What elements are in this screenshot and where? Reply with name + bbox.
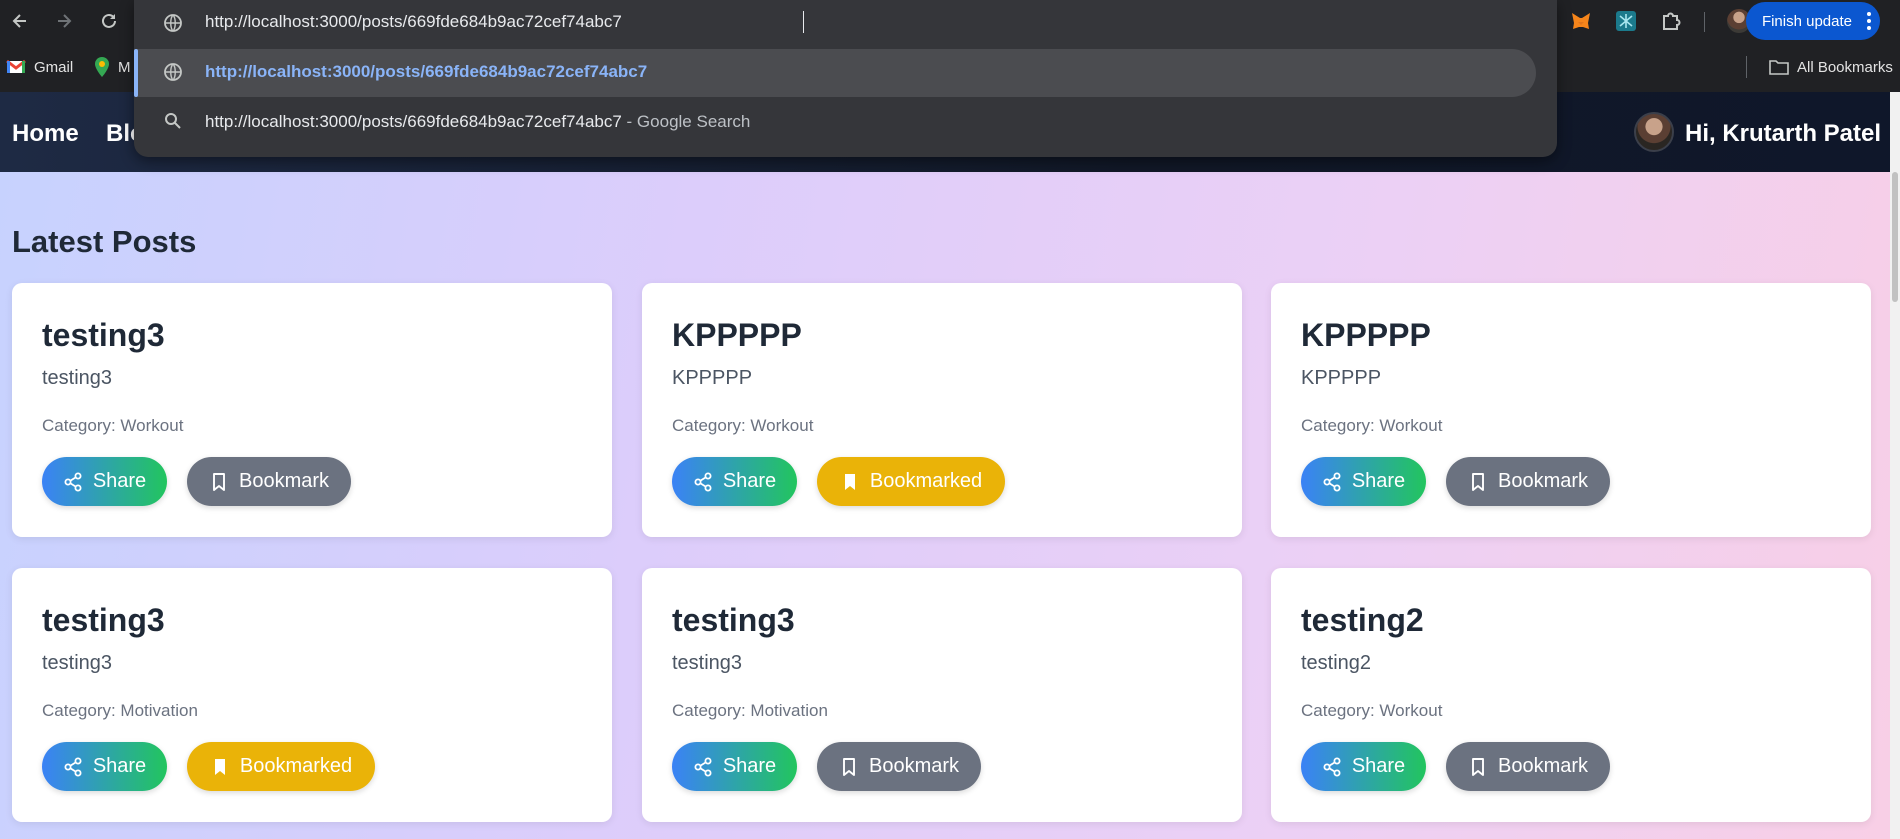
- post-category: Category: Workout: [1301, 416, 1443, 435]
- bookmark-label: Gmail: [34, 58, 74, 76]
- bookmark-filled-icon: [844, 473, 855, 490]
- post-card[interactable]: KPPPPP KPPPPP Category: Workout Share Bookma…: [1271, 283, 1871, 537]
- globe-icon: [164, 14, 182, 32]
- folder-icon: [1769, 60, 1789, 75]
- more-menu-icon[interactable]: [1866, 10, 1872, 37]
- post-body: testing3: [42, 652, 113, 674]
- scrollbar[interactable]: [1890, 92, 1900, 839]
- post-card[interactable]: testing3 testing3 Category: Motivation Shar…: [12, 568, 612, 822]
- post-card[interactable]: KPPPPP KPPPPP Category: Workout Share Bookma…: [642, 283, 1242, 537]
- finish-update-label: Finish update: [1761, 12, 1852, 30]
- nav-home[interactable]: Home: [12, 120, 79, 148]
- post-body: KPPPPP: [1301, 367, 1382, 389]
- post-title: testing3: [42, 602, 165, 638]
- omnibox-dropdown: http://localhost:3000/posts/669fde684b9a…: [134, 0, 1557, 157]
- search-suggestion[interactable]: http://localhost:3000/posts/669fde684b9a…: [134, 98, 1557, 146]
- post-category: Category: Motivation: [672, 701, 828, 720]
- bookmark-icon: [1472, 472, 1484, 491]
- post-card[interactable]: testing3 testing3 Category: Workout Share Bo…: [12, 283, 612, 537]
- maps-pin-icon: [95, 57, 109, 77]
- gmail-icon: [6, 59, 26, 73]
- post-card[interactable]: testing2 testing2 Category: Workout Share Bo…: [1271, 568, 1871, 822]
- post-category: Category: Workout: [672, 416, 814, 435]
- bookmark-button[interactable]: Bookmark: [1446, 742, 1610, 791]
- share-label: Share: [92, 470, 147, 492]
- share-label: Share: [1351, 470, 1406, 492]
- reload-icon[interactable]: [96, 8, 122, 34]
- bookmark-button[interactable]: Bookmark: [1446, 457, 1610, 506]
- bookmark-button[interactable]: Bookmark: [187, 457, 351, 506]
- share-label: Share: [722, 470, 777, 492]
- all-bookmarks[interactable]: All Bookmarks: [1769, 54, 1893, 80]
- post-title: testing3: [42, 317, 165, 353]
- bookmark-icon: [843, 757, 855, 776]
- bookmark-gmail[interactable]: Gmail: [6, 54, 73, 80]
- address-input[interactable]: http://localhost:3000/posts/669fde684b9a…: [205, 12, 622, 32]
- share-icon: [694, 757, 712, 776]
- share-button[interactable]: Share: [1301, 742, 1426, 791]
- share-icon: [1323, 472, 1341, 491]
- metamask-icon[interactable]: [1569, 9, 1593, 33]
- bookmark-label: Bookmark: [238, 470, 330, 492]
- share-label: Share: [722, 755, 777, 777]
- post-title: testing3: [672, 602, 795, 638]
- share-label: Share: [92, 755, 147, 777]
- globe-icon: [164, 63, 182, 81]
- toolbar-divider: [1704, 12, 1705, 32]
- bookmark-label: Bookmark: [1497, 755, 1589, 777]
- avatar[interactable]: [1634, 112, 1674, 152]
- extension-icon[interactable]: [1614, 9, 1638, 33]
- share-button[interactable]: Share: [672, 742, 797, 791]
- bookmark-maps[interactable]: M: [94, 54, 131, 80]
- post-body: testing2: [1301, 652, 1372, 674]
- page-title: Latest Posts: [12, 224, 197, 259]
- scroll-thumb[interactable]: [1892, 172, 1898, 302]
- back-icon[interactable]: [7, 8, 33, 34]
- search-suffix: - Google Search: [621, 112, 751, 131]
- search-query: http://localhost:3000/posts/669fde684b9a…: [205, 112, 622, 131]
- bookmarked-button[interactable]: Bookmarked: [817, 457, 1005, 506]
- post-title: KPPPPP: [672, 317, 802, 353]
- user-greeting: Hi, Krutarth Patel: [1685, 120, 1882, 147]
- post-body: testing3: [42, 367, 113, 389]
- search-icon: [165, 113, 181, 129]
- bookmark-label: M: [118, 58, 131, 76]
- share-label: Share: [1351, 755, 1406, 777]
- share-icon: [64, 757, 82, 776]
- share-icon: [694, 472, 712, 491]
- bookmarked-button[interactable]: Bookmarked: [187, 742, 375, 791]
- post-body: testing3: [672, 652, 743, 674]
- forward-icon[interactable]: [51, 8, 77, 34]
- bookmark-icon: [213, 472, 225, 491]
- bookmark-label: Bookmark: [1497, 470, 1589, 492]
- post-category: Category: Workout: [42, 416, 184, 435]
- search-suggestion-text: http://localhost:3000/posts/669fde684b9a…: [205, 112, 750, 132]
- bookmark-button[interactable]: Bookmark: [817, 742, 981, 791]
- all-bookmarks-label: All Bookmarks: [1797, 58, 1893, 76]
- text-cursor: [803, 11, 804, 33]
- suggestion-url: http://localhost:3000/posts/669fde684b9a…: [205, 62, 648, 81]
- finish-update-button[interactable]: Finish update: [1745, 2, 1880, 40]
- bookmark-label: Bookmarked: [239, 755, 353, 777]
- share-button[interactable]: Share: [42, 742, 167, 791]
- share-button[interactable]: Share: [42, 457, 167, 506]
- share-icon: [64, 472, 82, 491]
- address-bar[interactable]: http://localhost:3000/posts/669fde684b9a…: [134, 0, 1557, 48]
- post-category: Category: Motivation: [42, 701, 198, 720]
- post-card[interactable]: testing3 testing3 Category: Motivation Shar…: [642, 568, 1242, 822]
- bookmark-label: Bookmark: [868, 755, 960, 777]
- bookmark-filled-icon: [214, 758, 225, 775]
- post-title: testing2: [1301, 602, 1424, 638]
- url-suggestion[interactable]: http://localhost:3000/posts/669fde684b9a…: [134, 49, 1557, 97]
- share-button[interactable]: Share: [672, 457, 797, 506]
- bookmark-label: Bookmarked: [869, 470, 983, 492]
- bookmark-icon: [1472, 757, 1484, 776]
- post-body: KPPPPP: [672, 367, 753, 389]
- share-icon: [1323, 757, 1341, 776]
- post-title: KPPPPP: [1301, 317, 1431, 353]
- share-button[interactable]: Share: [1301, 457, 1426, 506]
- bookmarks-divider: [1746, 56, 1747, 78]
- post-category: Category: Workout: [1301, 701, 1443, 720]
- puzzle-icon[interactable]: [1659, 9, 1683, 33]
